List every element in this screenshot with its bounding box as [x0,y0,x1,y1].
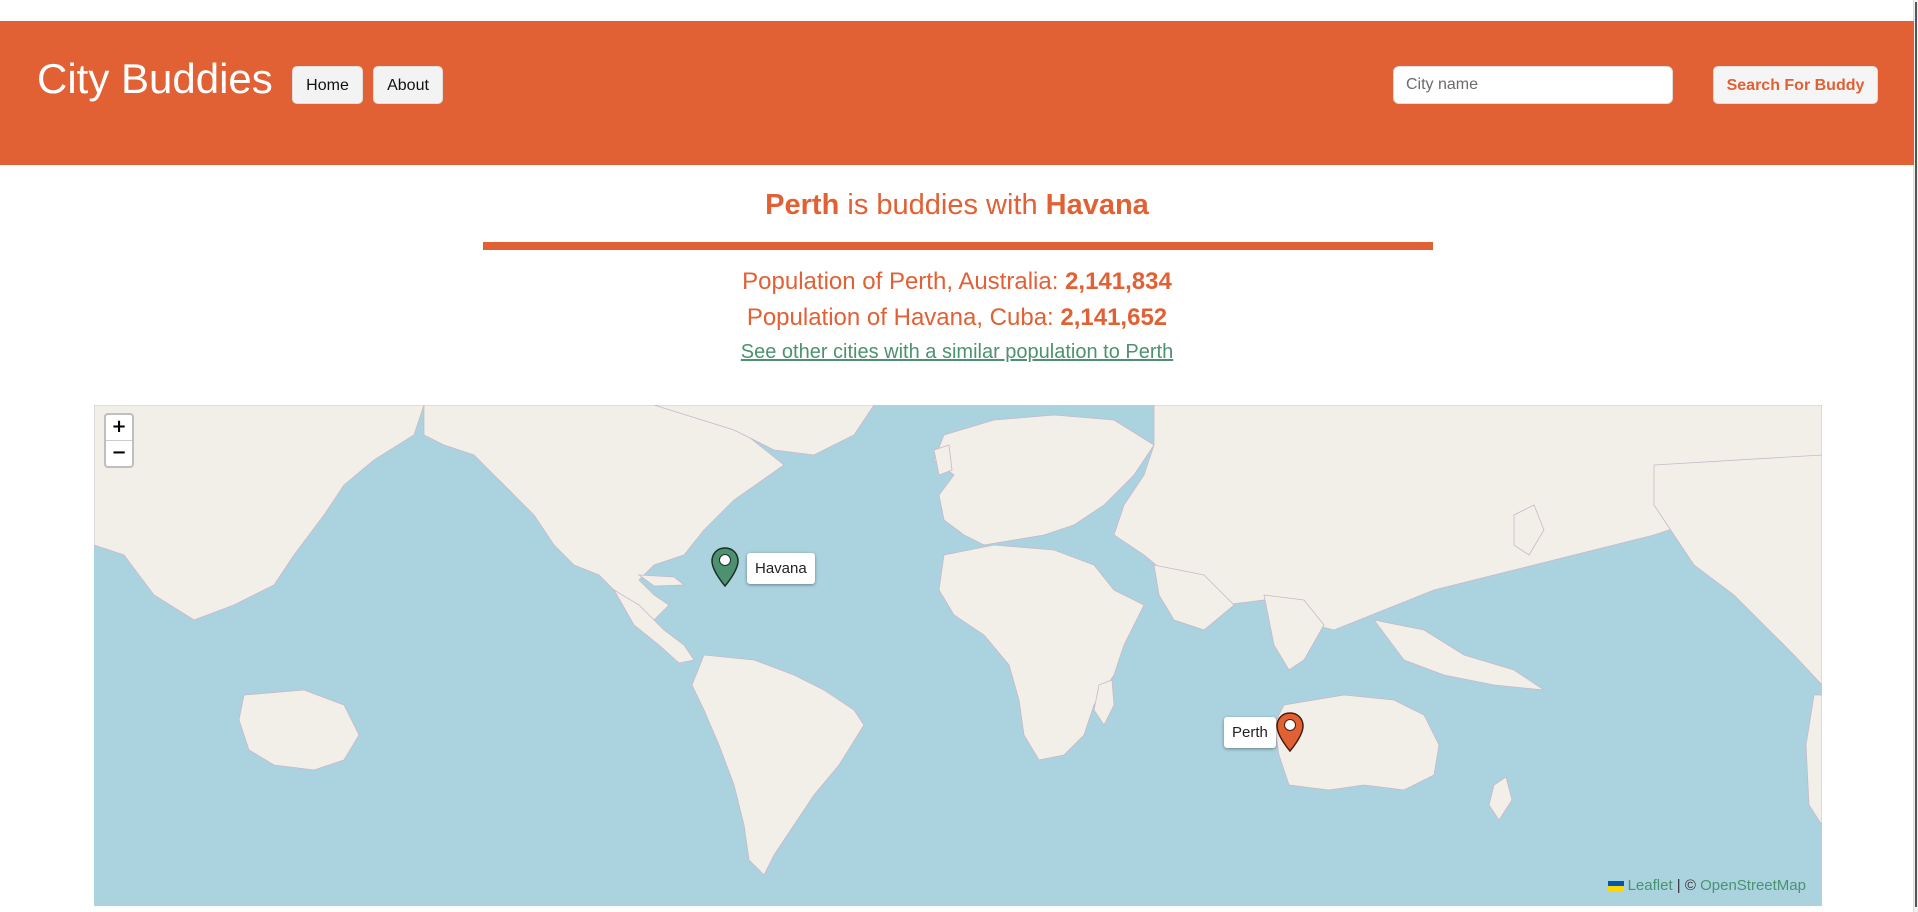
land-new-zealand [1488,776,1513,821]
similar-cities-link-row: See other cities with a similar populati… [0,341,1914,364]
land-south-america-east-wrap [1805,694,1822,826]
similar-cities-link[interactable]: See other cities with a similar populati… [741,341,1173,363]
land-se-asia [1373,619,1545,691]
land-americas-east-wrap [1653,454,1822,686]
perth-tooltip-label: Perth [1232,724,1268,741]
ukraine-flag-icon [1607,880,1624,892]
attribution-separator: | © [1672,877,1701,894]
buddy-headline: Perth is buddies with Havana [0,189,1914,222]
zoom-control: + − [104,413,134,468]
zoom-out-button[interactable]: − [106,440,132,466]
search-for-buddy-button[interactable]: Search For Buddy [1713,66,1878,104]
leaflet-link[interactable]: Leaflet [1628,877,1673,894]
land-africa [938,544,1145,761]
nav-home-button[interactable]: Home [292,66,363,104]
land-asia-west-wrap [94,405,425,621]
population-havana-label: Population of Havana, Cuba: [746,304,1061,331]
nav-about-button[interactable]: About [373,66,443,104]
headline-city-a: Perth [765,189,840,221]
population-perth-value: 2,141,834 [1065,268,1172,295]
land-north-america [423,405,785,621]
land-australia-west-wrap [238,689,360,771]
top-header: City Buddies Home About Search For Buddy [0,21,1914,165]
scrollbar-thumb[interactable] [1915,2,1917,907]
population-perth-label: Population of Perth, Australia: [742,268,1066,295]
havana-tooltip-label: Havana [755,560,807,577]
headline-divider [483,242,1433,250]
brand-title: City Buddies [37,55,273,102]
headline-city-b: Havana [1045,189,1149,221]
perth-tooltip: Perth [1224,717,1276,748]
map-tiles [94,405,1822,876]
land-uk [933,444,953,476]
land-south-america [691,654,865,876]
map-attribution: Leaflet | © OpenStreetMap [1607,877,1806,894]
population-line-havana: Population of Havana, Cuba: 2,141,652 [0,304,1914,332]
world-map[interactable]: + − Havana Perth Leaflet | © OpenStreetM… [94,405,1822,906]
population-line-perth: Population of Perth, Australia: 2,141,83… [0,268,1914,296]
city-search-input[interactable] [1393,66,1673,104]
openstreetmap-link[interactable]: OpenStreetMap [1700,877,1806,894]
zoom-in-button[interactable]: + [106,415,132,440]
headline-middle: is buddies with [839,189,1046,221]
land-cuba [637,574,686,587]
population-havana-value: 2,141,652 [1060,304,1168,331]
havana-tooltip: Havana [747,553,815,584]
